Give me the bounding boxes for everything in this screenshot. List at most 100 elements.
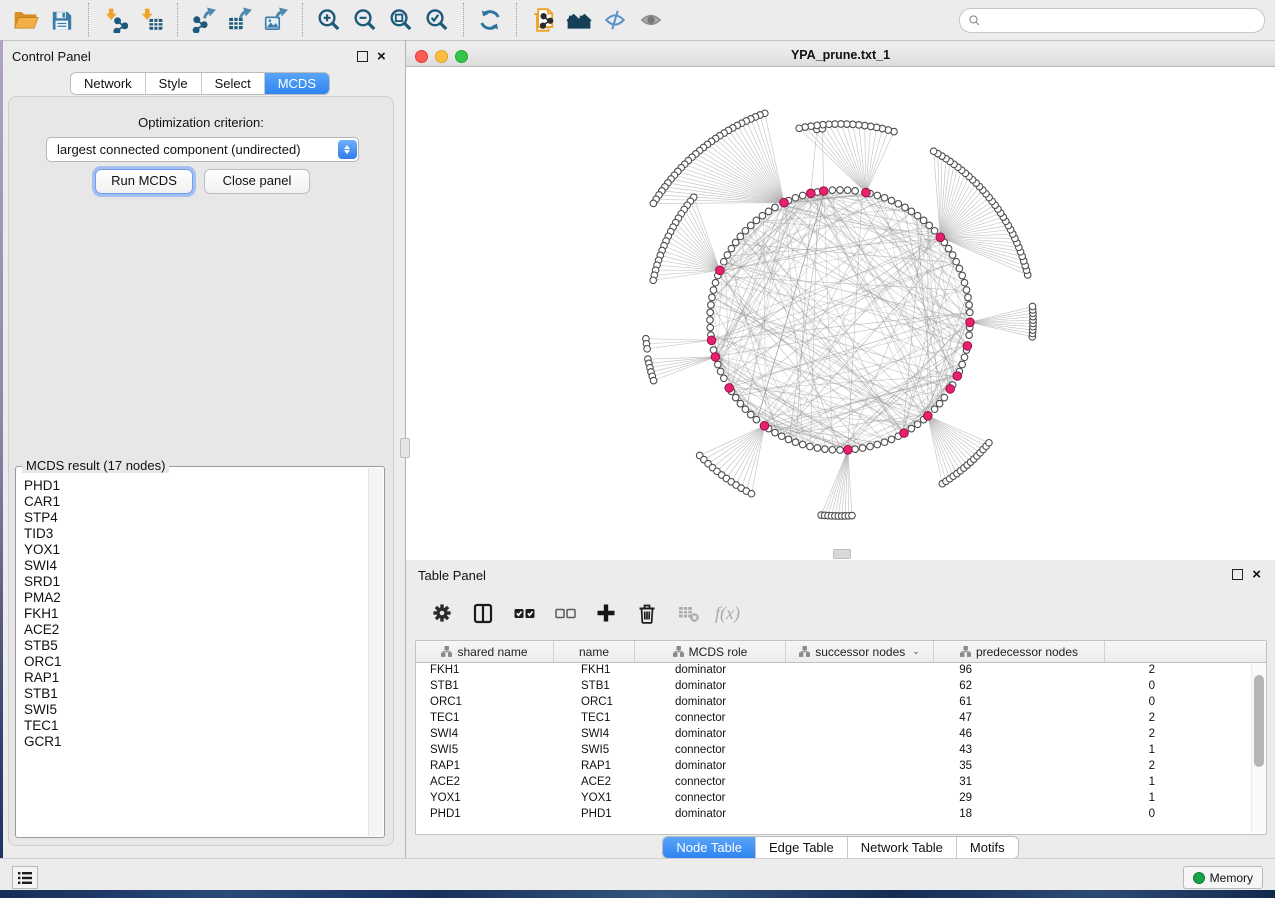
mcds-result-list[interactable]: PHD1CAR1STP4TID3YOX1SWI4SRD1PMA2FKH1ACE2…	[17, 470, 368, 836]
run-mcds-button[interactable]: Run MCDS	[95, 169, 193, 194]
show-details-icon[interactable]	[633, 5, 669, 35]
tab-mcds[interactable]: MCDS	[265, 73, 329, 94]
table-cell: 62	[825, 680, 985, 692]
import-network-icon[interactable]	[97, 5, 133, 35]
column-type-icon	[441, 646, 452, 657]
mcds-result-node[interactable]: YOX1	[24, 542, 368, 558]
table-row[interactable]: RAP1RAP1dominator352	[416, 758, 1252, 774]
table-cell: 0	[985, 808, 1168, 820]
network-graph[interactable]	[406, 67, 1275, 560]
table-row[interactable]: FKH1FKH1dominator962	[416, 662, 1252, 678]
table-row[interactable]: SWI5SWI5connector431	[416, 742, 1252, 758]
mcds-result-node[interactable]: ACE2	[24, 622, 368, 638]
network-document-icon[interactable]	[525, 5, 561, 35]
open-session-icon[interactable]	[8, 5, 44, 35]
mcds-result-node[interactable]: ORC1	[24, 654, 368, 670]
column-header-name[interactable]: name	[554, 641, 635, 662]
mcds-result-node[interactable]: CAR1	[24, 494, 368, 510]
table-tab-node-table[interactable]: Node Table	[663, 837, 756, 858]
tab-network[interactable]: Network	[71, 73, 146, 94]
float-panel-icon[interactable]	[357, 51, 368, 62]
result-scrollbar[interactable]	[368, 468, 383, 836]
refresh-icon[interactable]	[472, 5, 508, 35]
mcds-panel: Optimization criterion: largest connecte…	[8, 96, 394, 846]
column-header-predecessor-nodes[interactable]: predecessor nodes	[934, 641, 1105, 662]
deselect-all-icon[interactable]	[551, 599, 579, 627]
table-cell: 1	[985, 792, 1168, 804]
network-canvas[interactable]	[406, 67, 1275, 560]
column-header-successor-nodes[interactable]: successor nodes⌄	[786, 641, 934, 662]
node-layer[interactable]	[643, 110, 1037, 519]
import-table-icon[interactable]	[133, 5, 169, 35]
export-image-icon[interactable]	[258, 5, 294, 35]
close-table-panel-icon[interactable]: ×	[1252, 569, 1261, 580]
zoom-selected-icon[interactable]	[419, 5, 455, 35]
tab-select[interactable]: Select	[202, 73, 265, 94]
export-network-icon[interactable]	[186, 5, 222, 35]
tab-style[interactable]: Style	[146, 73, 202, 94]
mcds-result-node[interactable]: RAP1	[24, 670, 368, 686]
mcds-result-node[interactable]: PHD1	[24, 478, 368, 494]
table-row[interactable]: STB1STB1dominator620	[416, 678, 1252, 694]
column-header-shared-name[interactable]: shared name	[416, 641, 554, 662]
table-scrollbar[interactable]	[1251, 663, 1265, 833]
mcds-result-node[interactable]: SWI5	[24, 702, 368, 718]
zoom-out-icon[interactable]	[347, 5, 383, 35]
table-cell: ACE2	[416, 776, 567, 788]
table-cell: STB1	[416, 680, 567, 692]
mcds-result-node[interactable]: SRD1	[24, 574, 368, 590]
table-cell: SWI4	[567, 728, 661, 740]
mcds-result-node[interactable]: GCR1	[24, 734, 368, 750]
home-icon[interactable]	[561, 5, 597, 35]
column-type-icon	[673, 646, 684, 657]
network-window-titlebar[interactable]: YPA_prune.txt_1	[406, 45, 1275, 67]
table-cell: TEC1	[416, 712, 567, 724]
mcds-result-node[interactable]: TEC1	[24, 718, 368, 734]
task-history-button[interactable]	[12, 866, 38, 889]
search-input[interactable]	[986, 13, 1256, 29]
column-header-MCDS-role[interactable]: MCDS role	[635, 641, 786, 662]
table-row[interactable]: SWI4SWI4dominator462	[416, 726, 1252, 742]
select-all-icon[interactable]	[510, 599, 538, 627]
hide-details-icon[interactable]	[597, 5, 633, 35]
table-settings-icon[interactable]	[428, 599, 456, 627]
table-scrollbar-thumb[interactable]	[1254, 675, 1264, 767]
close-panel-icon[interactable]: ×	[377, 51, 386, 62]
table-row[interactable]: ORC1ORC1dominator610	[416, 694, 1252, 710]
table-row[interactable]: PHD1PHD1dominator180	[416, 806, 1252, 822]
table-tab-network-table[interactable]: Network Table	[848, 837, 957, 858]
table-row[interactable]: TEC1TEC1connector472	[416, 710, 1252, 726]
table-tab-edge-table[interactable]: Edge Table	[756, 837, 848, 858]
mcds-result-node[interactable]: STP4	[24, 510, 368, 526]
delete-icon[interactable]	[633, 599, 661, 627]
add-icon[interactable]	[592, 599, 620, 627]
table-cell: connector	[661, 712, 825, 724]
table-row[interactable]: YOX1YOX1connector291	[416, 790, 1252, 806]
mcds-result-node[interactable]: STB1	[24, 686, 368, 702]
mcds-result-node[interactable]: FKH1	[24, 606, 368, 622]
table-body: FKH1FKH1dominator962STB1STB1dominator620…	[416, 662, 1252, 834]
table-row[interactable]: ACE2ACE2connector311	[416, 774, 1252, 790]
mcds-result-node[interactable]: STB5	[24, 638, 368, 654]
table-cell: 46	[825, 728, 985, 740]
network-window-title: YPA_prune.txt_1	[406, 48, 1275, 62]
toggle-columns-icon[interactable]	[469, 599, 497, 627]
float-table-panel-icon[interactable]	[1232, 569, 1243, 580]
vertical-splitter-handle[interactable]	[833, 549, 851, 559]
search-icon	[968, 14, 981, 27]
zoom-fit-icon[interactable]	[383, 5, 419, 35]
mcds-result-node[interactable]: PMA2	[24, 590, 368, 606]
optimization-criterion-select[interactable]: largest connected component (undirected)	[46, 137, 359, 162]
mcds-result-node[interactable]: SWI4	[24, 558, 368, 574]
table-tab-motifs[interactable]: Motifs	[957, 837, 1018, 858]
zoom-in-icon[interactable]	[311, 5, 347, 35]
table-cell: SWI4	[416, 728, 567, 740]
close-panel-button[interactable]: Close panel	[204, 169, 310, 194]
table-cell: connector	[661, 744, 825, 756]
mcds-result-box: MCDS result (17 nodes) PHD1CAR1STP4TID3Y…	[15, 466, 385, 838]
export-table-icon[interactable]	[222, 5, 258, 35]
mcds-result-node[interactable]: TID3	[24, 526, 368, 542]
memory-button[interactable]: Memory	[1183, 866, 1263, 889]
save-session-icon[interactable]	[44, 5, 80, 35]
horizontal-splitter-handle[interactable]	[400, 438, 410, 458]
